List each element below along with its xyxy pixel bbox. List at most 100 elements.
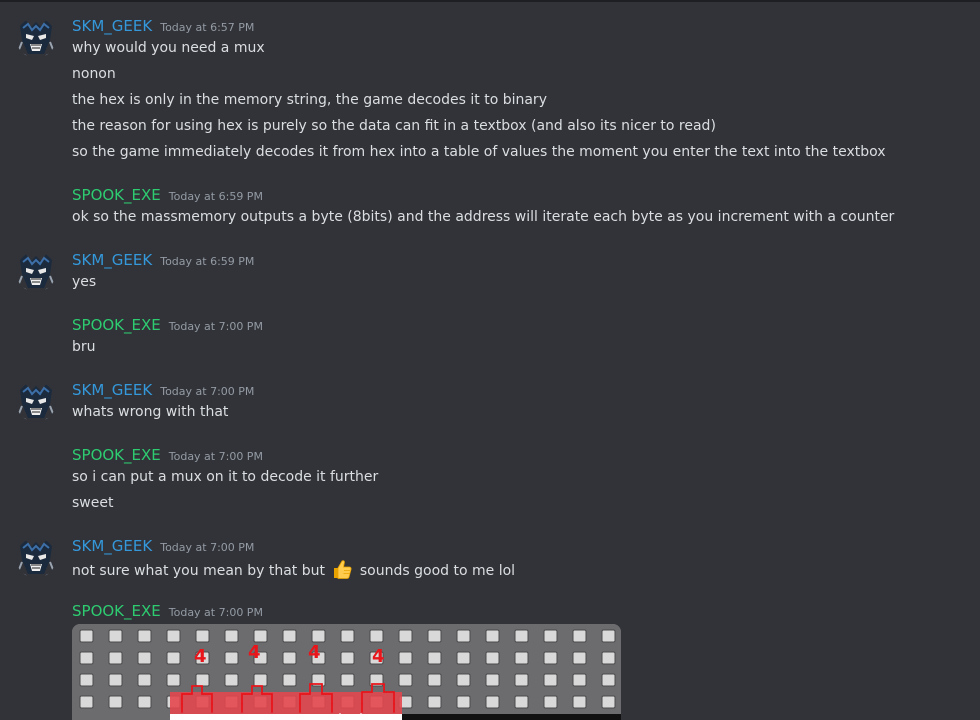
thumbs-up-icon[interactable] [331, 558, 353, 586]
message-text: whats wrong with that [72, 404, 229, 420]
grid-stud [108, 695, 123, 709]
grid-stud [224, 651, 239, 665]
grid-stud [253, 629, 268, 643]
grid-stud [572, 629, 587, 643]
avatar[interactable] [16, 538, 56, 578]
timestamp: Today at 7:00 PM [168, 450, 263, 463]
message-text-part: not sure what you mean by that but [72, 563, 325, 579]
message-text: why would you need a mux [72, 40, 265, 56]
grid-stud [195, 673, 210, 687]
grid-stud [601, 673, 616, 687]
avatar[interactable] [16, 382, 56, 422]
message-text: so i can put a mux on it to decode it fu… [72, 469, 379, 485]
grid-stud [456, 673, 471, 687]
grid-stud [514, 673, 529, 687]
message-text: yes [72, 274, 97, 290]
grid-stud [282, 629, 297, 643]
grid-stud [137, 673, 152, 687]
username[interactable]: SPOOK_EXE [72, 602, 161, 620]
annotation-label: 4 [372, 646, 385, 667]
grid-stud [543, 695, 558, 709]
timestamp: Today at 6:57 PM [160, 21, 255, 34]
grid-stud [224, 673, 239, 687]
username[interactable]: SPOOK_EXE [72, 186, 161, 204]
message-header: SPOOK_EXE Today at 7:00 PM [72, 445, 263, 467]
grid-stud [572, 673, 587, 687]
grid-stud [282, 651, 297, 665]
grid-stud [398, 629, 413, 643]
grid-stud [456, 695, 471, 709]
message-header: SPOOK_EXE Today at 6:59 PM [72, 185, 263, 207]
grid-stud [572, 695, 587, 709]
grid-stud [137, 695, 152, 709]
grid-stud [427, 673, 442, 687]
message-text: ok so the massmemory outputs a byte (8bi… [72, 209, 895, 225]
grid-stud [572, 651, 587, 665]
message-text: nonon [72, 66, 116, 82]
message-header: SPOOK_EXE Today at 7:00 PM [72, 601, 263, 623]
avatar[interactable] [16, 18, 56, 58]
message-text: not sure what you mean by that but sound… [72, 558, 515, 586]
grid-stud [398, 651, 413, 665]
grid-stud [166, 629, 181, 643]
username[interactable]: SPOOK_EXE [72, 316, 161, 334]
message-text: the reason for using hex is purely so th… [72, 118, 716, 134]
image-attachment[interactable]: 4 4 4 4 [72, 624, 621, 720]
grid-stud [79, 673, 94, 687]
grid-stud [369, 629, 384, 643]
username[interactable]: SKM_GEEK [72, 17, 152, 35]
grid-stud [79, 651, 94, 665]
avatar[interactable] [16, 252, 56, 292]
grid-stud [427, 695, 442, 709]
grid-stud [543, 629, 558, 643]
grid-stud [543, 651, 558, 665]
message-text-part: sounds good to me lol [359, 563, 516, 579]
grid-stud [253, 673, 268, 687]
grid-stud [311, 629, 326, 643]
message-header: SKM_GEEK Today at 7:00 PM [72, 536, 254, 558]
grid-stud [601, 695, 616, 709]
annotation-label: 4 [194, 646, 207, 667]
grid-stud [108, 651, 123, 665]
username[interactable]: SKM_GEEK [72, 537, 152, 555]
grid-stud [427, 629, 442, 643]
message-header: SKM_GEEK Today at 7:00 PM [72, 380, 254, 402]
grid-stud [427, 651, 442, 665]
grid-stud [456, 651, 471, 665]
message-text: the hex is only in the memory string, th… [72, 92, 547, 108]
grid-stud [543, 673, 558, 687]
message-text: sweet [72, 495, 114, 511]
grid-stud [79, 695, 94, 709]
timestamp: Today at 6:59 PM [168, 190, 263, 203]
timestamp: Today at 7:00 PM [160, 385, 255, 398]
timestamp: Today at 7:00 PM [168, 320, 263, 333]
grid-stud [485, 651, 500, 665]
grid-stud [485, 673, 500, 687]
attachment-image: 4 4 4 4 [72, 624, 621, 720]
username[interactable]: SKM_GEEK [72, 381, 152, 399]
timestamp: Today at 6:59 PM [160, 255, 255, 268]
message-header: SKM_GEEK Today at 6:59 PM [72, 250, 254, 272]
message-text: so the game immediately decodes it from … [72, 144, 886, 160]
grid-stud [137, 651, 152, 665]
grid-stud [601, 629, 616, 643]
grid-stud [514, 651, 529, 665]
grid-stud [340, 673, 355, 687]
grid-stud [137, 629, 152, 643]
message-header: SPOOK_EXE Today at 7:00 PM [72, 315, 263, 337]
grid-stud [282, 673, 297, 687]
grid-stud [485, 695, 500, 709]
grid-stud [340, 629, 355, 643]
message-text: bru [72, 339, 96, 355]
grid-stud [108, 673, 123, 687]
timestamp: Today at 7:00 PM [160, 541, 255, 554]
timestamp: Today at 7:00 PM [168, 606, 263, 619]
username[interactable]: SKM_GEEK [72, 251, 152, 269]
grid-stud [514, 695, 529, 709]
grid-stud [485, 629, 500, 643]
annotation-label: 4 [248, 642, 261, 663]
grid-stud [514, 629, 529, 643]
username[interactable]: SPOOK_EXE [72, 446, 161, 464]
annotation-label: 4 [308, 642, 321, 663]
grid-stud [340, 651, 355, 665]
